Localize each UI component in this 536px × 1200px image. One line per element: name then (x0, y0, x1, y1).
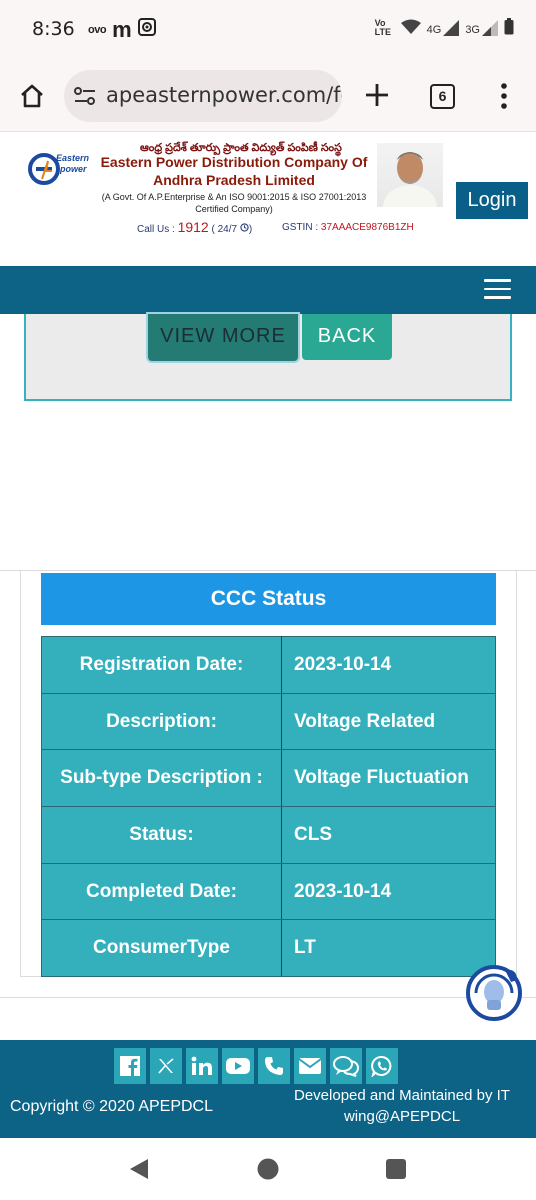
logo-text-power: power (60, 164, 87, 174)
net-3g-label: 3G (465, 24, 480, 36)
back-button[interactable]: BACK (302, 314, 392, 360)
camera-app-icon (137, 18, 156, 41)
gstin-label: GSTIN : (282, 222, 321, 233)
call-number[interactable]: 1912 (178, 219, 209, 235)
home-icon[interactable] (18, 82, 46, 115)
action-card: VIEW MORE BACK (24, 314, 512, 401)
chief-minister-photo (377, 143, 443, 207)
home-nav-icon[interactable] (257, 1158, 279, 1185)
site-header: Eastern power ఆంధ్ర ప్రదేశ్ తూర్పు ప్రాం… (0, 133, 536, 266)
row-value: 2023-10-14 (281, 862, 496, 921)
table-row: Description: Voltage Related (41, 692, 496, 751)
linkedin-icon[interactable] (186, 1048, 218, 1084)
back-nav-icon[interactable] (128, 1158, 150, 1185)
table-row: Completed Date: 2023-10-14 (41, 862, 496, 921)
email-icon[interactable] (294, 1048, 326, 1084)
govt-certification: (A Govt. Of A.P.Enterprise & An ISO 9001… (101, 192, 367, 214)
epdcl-logo[interactable]: Eastern power (28, 149, 92, 189)
wifi-icon (400, 19, 421, 38)
row-label: Description: (41, 692, 282, 751)
m-app-icon: m (112, 16, 132, 42)
call-label: Call Us : (137, 224, 178, 235)
youtube-icon[interactable] (222, 1048, 254, 1084)
table-row: Status: CLS (41, 806, 496, 864)
hamburger-menu-icon[interactable] (484, 279, 511, 299)
facebook-icon[interactable] (114, 1048, 146, 1084)
logo-text-eastern: Eastern (56, 153, 90, 163)
company-name: Eastern Power Distribution Company Of An… (100, 154, 368, 188)
ccc-status-table: Registration Date: 2023-10-14 Descriptio… (41, 636, 496, 978)
3g-signal-icon: 3G (465, 20, 498, 36)
social-links (114, 1048, 398, 1084)
chat-icon[interactable] (330, 1048, 362, 1084)
view-more-button[interactable]: VIEW MORE (148, 314, 298, 361)
status-right-icons: Vo LTE 4G 3G (375, 18, 514, 38)
whatsapp-icon[interactable] (366, 1048, 398, 1084)
x-icon[interactable] (150, 1048, 182, 1084)
call-hours: ( 24/7 (208, 224, 240, 235)
site-footer: Copyright © 2020 APEPDCL Developed and M… (0, 1040, 536, 1138)
clock-icon (240, 223, 249, 235)
status-left-icons: ovo m (88, 18, 156, 41)
gstin-value: 37AAACE9876B1ZH (320, 222, 414, 233)
row-value: LT (281, 919, 496, 978)
chatbot-button[interactable] (465, 962, 523, 1024)
overflow-menu-icon[interactable] (500, 82, 508, 115)
row-value: CLS (281, 806, 496, 864)
new-tab-icon[interactable] (364, 82, 390, 113)
login-button[interactable]: Login (456, 182, 528, 219)
copyright-text: Copyright © 2020 APEPDCL (10, 1098, 214, 1115)
volte-icon: Vo LTE (374, 18, 391, 37)
call-hours-end: ) (248, 224, 253, 235)
row-label: Registration Date: (41, 636, 282, 694)
site-settings-icon[interactable] (74, 86, 96, 111)
phone-icon[interactable] (258, 1048, 290, 1084)
tab-switcher-button[interactable]: 6 (430, 84, 455, 109)
row-value: Voltage Related (281, 692, 496, 751)
ccc-status-title: CCC Status (41, 573, 496, 625)
row-value: 2023-10-14 (281, 636, 496, 694)
android-navigation-bar (0, 1138, 536, 1200)
row-label: ConsumerType (41, 919, 282, 978)
ovo-icon: ovo (88, 23, 107, 36)
recents-nav-icon[interactable] (386, 1159, 406, 1184)
call-us: Call Us : 1912 ( 24/7 ) (137, 219, 252, 235)
address-bar[interactable]: apeasternpower.com/fo (64, 70, 342, 122)
developed-by-text: Developed and Maintained by IT wing@APEP… (294, 1087, 510, 1125)
row-label: Sub-type Description : (41, 749, 282, 808)
battery-icon (504, 18, 514, 38)
table-row: ConsumerType LT (41, 919, 496, 978)
net-4g-label: 4G (426, 24, 442, 36)
row-value: Voltage Fluctuation (281, 749, 496, 808)
browser-toolbar: apeasternpower.com/fo 6 (0, 60, 536, 132)
table-row: Registration Date: 2023-10-14 (41, 636, 496, 694)
row-label: Status: (41, 806, 282, 864)
status-time: 8:36 (32, 18, 75, 40)
table-row: Sub-type Description : Voltage Fluctuati… (41, 749, 496, 808)
4g-signal-icon: 4G (427, 20, 460, 36)
url-text: apeasternpower.com/fo (106, 83, 342, 107)
status-bar: 8:36 ovo m Vo LTE 4G 3G (0, 0, 536, 60)
main-navbar (0, 266, 536, 314)
gstin: GSTIN : 37AAACE9876B1ZH (282, 222, 414, 233)
row-label: Completed Date: (41, 862, 282, 921)
